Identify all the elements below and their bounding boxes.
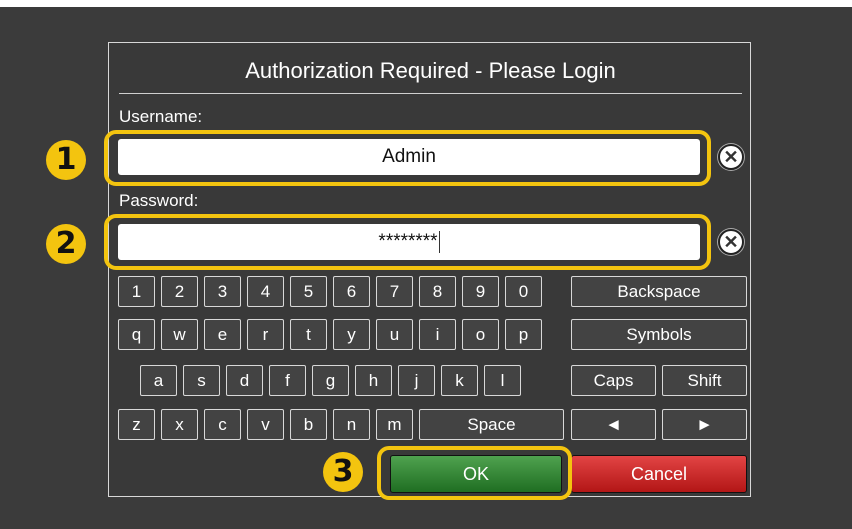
key-v[interactable]: v: [247, 409, 284, 440]
key-8[interactable]: 8: [419, 276, 456, 307]
key-t[interactable]: t: [290, 319, 327, 350]
ok-highlight: [377, 446, 572, 500]
cursor-right-key[interactable]: ►: [662, 409, 747, 440]
symbols-key[interactable]: Symbols: [571, 319, 747, 350]
key-6[interactable]: 6: [333, 276, 370, 307]
key-r[interactable]: r: [247, 319, 284, 350]
key-u[interactable]: u: [376, 319, 413, 350]
key-s[interactable]: s: [183, 365, 220, 396]
step-2-badge: 2: [46, 224, 86, 264]
key-d[interactable]: d: [226, 365, 263, 396]
title-divider: [119, 93, 742, 94]
key-o[interactable]: o: [462, 319, 499, 350]
key-k[interactable]: k: [441, 365, 478, 396]
clear-username-icon[interactable]: ✕: [718, 144, 744, 170]
key-b[interactable]: b: [290, 409, 327, 440]
cursor-left-key[interactable]: ◄: [571, 409, 656, 440]
key-e[interactable]: e: [204, 319, 241, 350]
space-key[interactable]: Space: [419, 409, 564, 440]
key-7[interactable]: 7: [376, 276, 413, 307]
clear-password-icon[interactable]: ✕: [718, 229, 744, 255]
step-3-badge: 3: [323, 452, 363, 492]
backspace-key[interactable]: Backspace: [571, 276, 747, 307]
key-4[interactable]: 4: [247, 276, 284, 307]
key-q[interactable]: q: [118, 319, 155, 350]
dialog-title: Authorization Required - Please Login: [245, 58, 616, 83]
key-3[interactable]: 3: [204, 276, 241, 307]
caps-key[interactable]: Caps: [571, 365, 656, 396]
key-l[interactable]: l: [484, 365, 521, 396]
key-5[interactable]: 5: [290, 276, 327, 307]
key-m[interactable]: m: [376, 409, 413, 440]
key-2[interactable]: 2: [161, 276, 198, 307]
password-label: Password:: [119, 191, 199, 210]
key-i[interactable]: i: [419, 319, 456, 350]
key-9[interactable]: 9: [462, 276, 499, 307]
key-j[interactable]: j: [398, 365, 435, 396]
password-highlight: [104, 214, 711, 270]
username-label: Username:: [119, 107, 203, 126]
username-highlight: [104, 130, 711, 186]
key-p[interactable]: p: [505, 319, 542, 350]
key-g[interactable]: g: [312, 365, 349, 396]
key-w[interactable]: w: [161, 319, 198, 350]
key-0[interactable]: 0: [505, 276, 542, 307]
key-f[interactable]: f: [269, 365, 306, 396]
key-x[interactable]: x: [161, 409, 198, 440]
key-z[interactable]: z: [118, 409, 155, 440]
step-1-badge: 1: [46, 140, 86, 180]
key-1[interactable]: 1: [118, 276, 155, 307]
cancel-button[interactable]: Cancel: [571, 455, 747, 493]
key-c[interactable]: c: [204, 409, 241, 440]
key-y[interactable]: y: [333, 319, 370, 350]
key-h[interactable]: h: [355, 365, 392, 396]
key-a[interactable]: a: [140, 365, 177, 396]
shift-key[interactable]: Shift: [662, 365, 747, 396]
key-n[interactable]: n: [333, 409, 370, 440]
